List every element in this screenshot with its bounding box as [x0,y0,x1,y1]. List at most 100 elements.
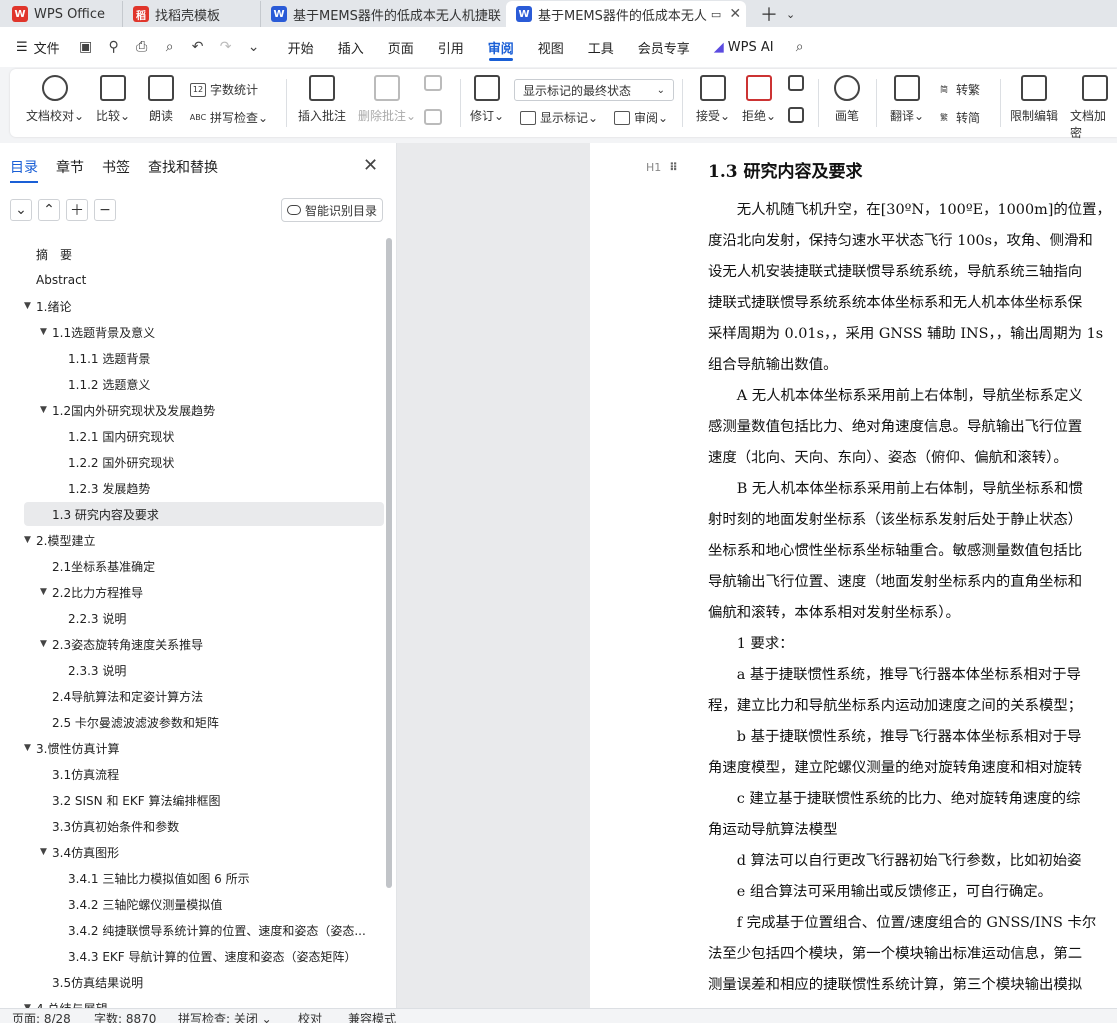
toc-item[interactable]: ▼ 3.惯性仿真计算 [24,736,384,760]
close-icon[interactable]: ✕ [363,155,378,176]
accept-button[interactable]: 接受⌄ [696,75,730,124]
document-page[interactable]: H1 ⠿ 1.3 研究内容及要求 无人机随飞机升空，在[30ºN，100ºE，10… [590,143,1117,1008]
share-icon[interactable]: ⚲ [100,27,128,67]
menu-review[interactable]: 审阅 [476,27,526,67]
to-traditional-button[interactable]: 简转繁 [936,81,980,98]
track-changes-button[interactable]: 修订⌄ [470,75,504,124]
toc-item[interactable]: 2.1坐标系基准确定 [24,554,384,578]
proofread-button[interactable]: 校对 [298,1010,322,1023]
toc-item[interactable]: 2.4导航算法和定姿计算方法 [24,684,384,708]
expand-arrow-icon[interactable]: ▼ [24,301,31,311]
toc-item[interactable]: 3.4.1 三轴比力模拟值如图 6 所示 [24,866,384,890]
expand-arrow-icon[interactable]: ▼ [40,587,47,597]
search-icon[interactable]: ⌕ [786,27,814,67]
menu-view[interactable]: 视图 [526,27,576,67]
spell-check-status[interactable]: 拼写检查: 关闭 ⌄ [178,1010,272,1023]
toc-item[interactable]: 3.4.3 EKF 导航计算的位置、速度和姿态（姿态矩阵） [24,944,384,968]
add-heading-button[interactable]: ＋ [66,199,88,221]
toc-item[interactable]: 3.4.2 三轴陀螺仪测量模拟值 [24,892,384,916]
next-change-button[interactable] [788,107,804,129]
remove-heading-button[interactable]: − [94,199,116,221]
menu-reference[interactable]: 引用 [426,27,476,67]
toc-item[interactable]: 2.2.3 说明 [24,606,384,630]
toc-item[interactable]: ▼ 2.3姿态旋转角速度关系推导 [24,632,384,656]
review-pane-button[interactable]: 审阅 ⌄ [614,109,668,126]
toc-item[interactable]: ▼ 2.模型建立 [24,528,384,552]
toc-item[interactable]: 1.3 研究内容及要求 [24,502,384,526]
drag-handle-icon[interactable]: ⠿ [669,161,679,174]
save-icon[interactable]: ▣ [72,27,100,67]
undo-icon[interactable]: ↶ [184,27,212,67]
restrict-edit-button[interactable]: 限制编辑 [1010,75,1058,124]
compare-button[interactable]: 比较⌄ [96,75,130,124]
toc-item[interactable]: 1.2.3 发展趋势 [24,476,384,500]
expand-down-button[interactable]: ⌄ [10,199,32,221]
prev-change-button[interactable] [788,75,804,97]
doc-check-button[interactable]: 文档校对⌄ [26,75,84,124]
insert-comment-button[interactable]: 插入批注 [298,75,346,124]
expand-arrow-icon[interactable]: ▼ [24,743,31,753]
menu-start[interactable]: 开始 [276,27,326,67]
menu-tools[interactable]: 工具 [576,27,626,67]
chevron-down-icon[interactable]: ⌄ [786,8,795,21]
toc-item[interactable]: Abstract [24,268,384,292]
toc-item[interactable]: ▼ 1.绪论 [24,294,384,318]
word-count-button[interactable]: 12 字数统计 [190,81,258,98]
redo-icon[interactable]: ↷ [212,27,240,67]
show-marks-button[interactable]: 显示标记 ⌄ [520,109,598,126]
expand-arrow-icon[interactable]: ▼ [40,327,47,337]
expand-arrow-icon[interactable]: ▼ [24,535,31,545]
tab-bookmarks[interactable]: 书签 [102,157,130,183]
toc-item[interactable]: 3.4.2 纯捷联惯导系统计算的位置、速度和姿态（姿态... [24,918,384,942]
smart-toc-button[interactable]: 智能识别目录 [281,198,383,222]
close-tab-icon[interactable]: ✕ [729,6,741,22]
toc-item[interactable]: 1.1.2 选题意义 [24,372,384,396]
file-menu[interactable]: ☰ 文件 [0,27,72,67]
delete-comment-button[interactable]: 删除批注⌄ [358,75,416,124]
tab-sections[interactable]: 章节 [56,157,84,183]
toc-item[interactable]: 1.1.1 选题背景 [24,346,384,370]
to-simplified-button[interactable]: 繁转简 [936,109,980,126]
toc-item[interactable]: 2.3.3 说明 [24,658,384,682]
expand-arrow-icon[interactable]: ▼ [40,847,47,857]
toc-item[interactable]: 摘 要 [24,242,384,266]
wps-ai-button[interactable]: ◢ WPS AI [702,27,786,67]
tab-find-replace[interactable]: 查找和替换 [148,157,218,183]
pen-button[interactable]: 画笔 [834,75,860,124]
toc-item[interactable]: 3.1仿真流程 [24,762,384,786]
menu-insert[interactable]: 插入 [326,27,376,67]
collapse-up-button[interactable]: ⌃ [38,199,60,221]
toc-item[interactable]: 3.3仿真初始条件和参数 [24,814,384,838]
page-indicator[interactable]: 页面: 8/28 [12,1010,71,1023]
toc-scrollbar[interactable] [386,238,392,888]
expand-arrow-icon[interactable]: ▼ [40,639,47,649]
toc-item[interactable]: ▼ 1.1选题背景及意义 [24,320,384,344]
toc-item[interactable]: 3.2 SISN 和 EKF 算法编排框图 [24,788,384,812]
spell-check-button[interactable]: ABC 拼写检查 ⌄ [190,109,268,126]
read-aloud-button[interactable]: 朗读 [148,75,174,124]
toc-item[interactable]: ▼ 1.2国内外研究现状及发展趋势 [24,398,384,422]
new-tab-button[interactable]: ＋ ⌄ [760,1,795,27]
toc-item[interactable]: ▼4.总结与展望 [24,996,384,1009]
print-icon[interactable]: ⎙ [128,27,156,67]
toc-item[interactable]: 1.2.2 国外研究现状 [24,450,384,474]
toc-item[interactable]: ▼ 3.4仿真图形 [24,840,384,864]
toc-item[interactable]: ▼ 2.2比力方程推导 [24,580,384,604]
tab-document-1[interactable]: W 基于MEMS器件的低成本无人机捷联 [260,1,506,27]
chevron-down-icon[interactable]: ⌄ [240,27,268,67]
doc-encrypt-button[interactable]: 文档加密 [1070,75,1117,141]
menu-member[interactable]: 会员专享 [626,27,702,67]
tab-docer-templates[interactable]: 稻 找稻壳模板 [122,1,260,27]
display-state-select[interactable]: 显示标记的最终状态 ⌄ [514,79,674,101]
prev-comment-button[interactable] [424,75,442,97]
monitor-icon[interactable]: ▭ [711,8,721,21]
toc-item[interactable]: 2.5 卡尔曼滤波滤波参数和矩阵 [24,710,384,734]
toc-item[interactable]: 1.2.1 国内研究现状 [24,424,384,448]
tab-toc[interactable]: 目录 [10,157,38,183]
print-preview-icon[interactable]: ⌕ [156,27,184,67]
reject-button[interactable]: 拒绝⌄ [742,75,776,124]
toc-item[interactable]: 3.5仿真结果说明 [24,970,384,994]
next-comment-button[interactable] [424,109,442,131]
menu-page[interactable]: 页面 [376,27,426,67]
translate-button[interactable]: 翻译⌄ [890,75,924,124]
